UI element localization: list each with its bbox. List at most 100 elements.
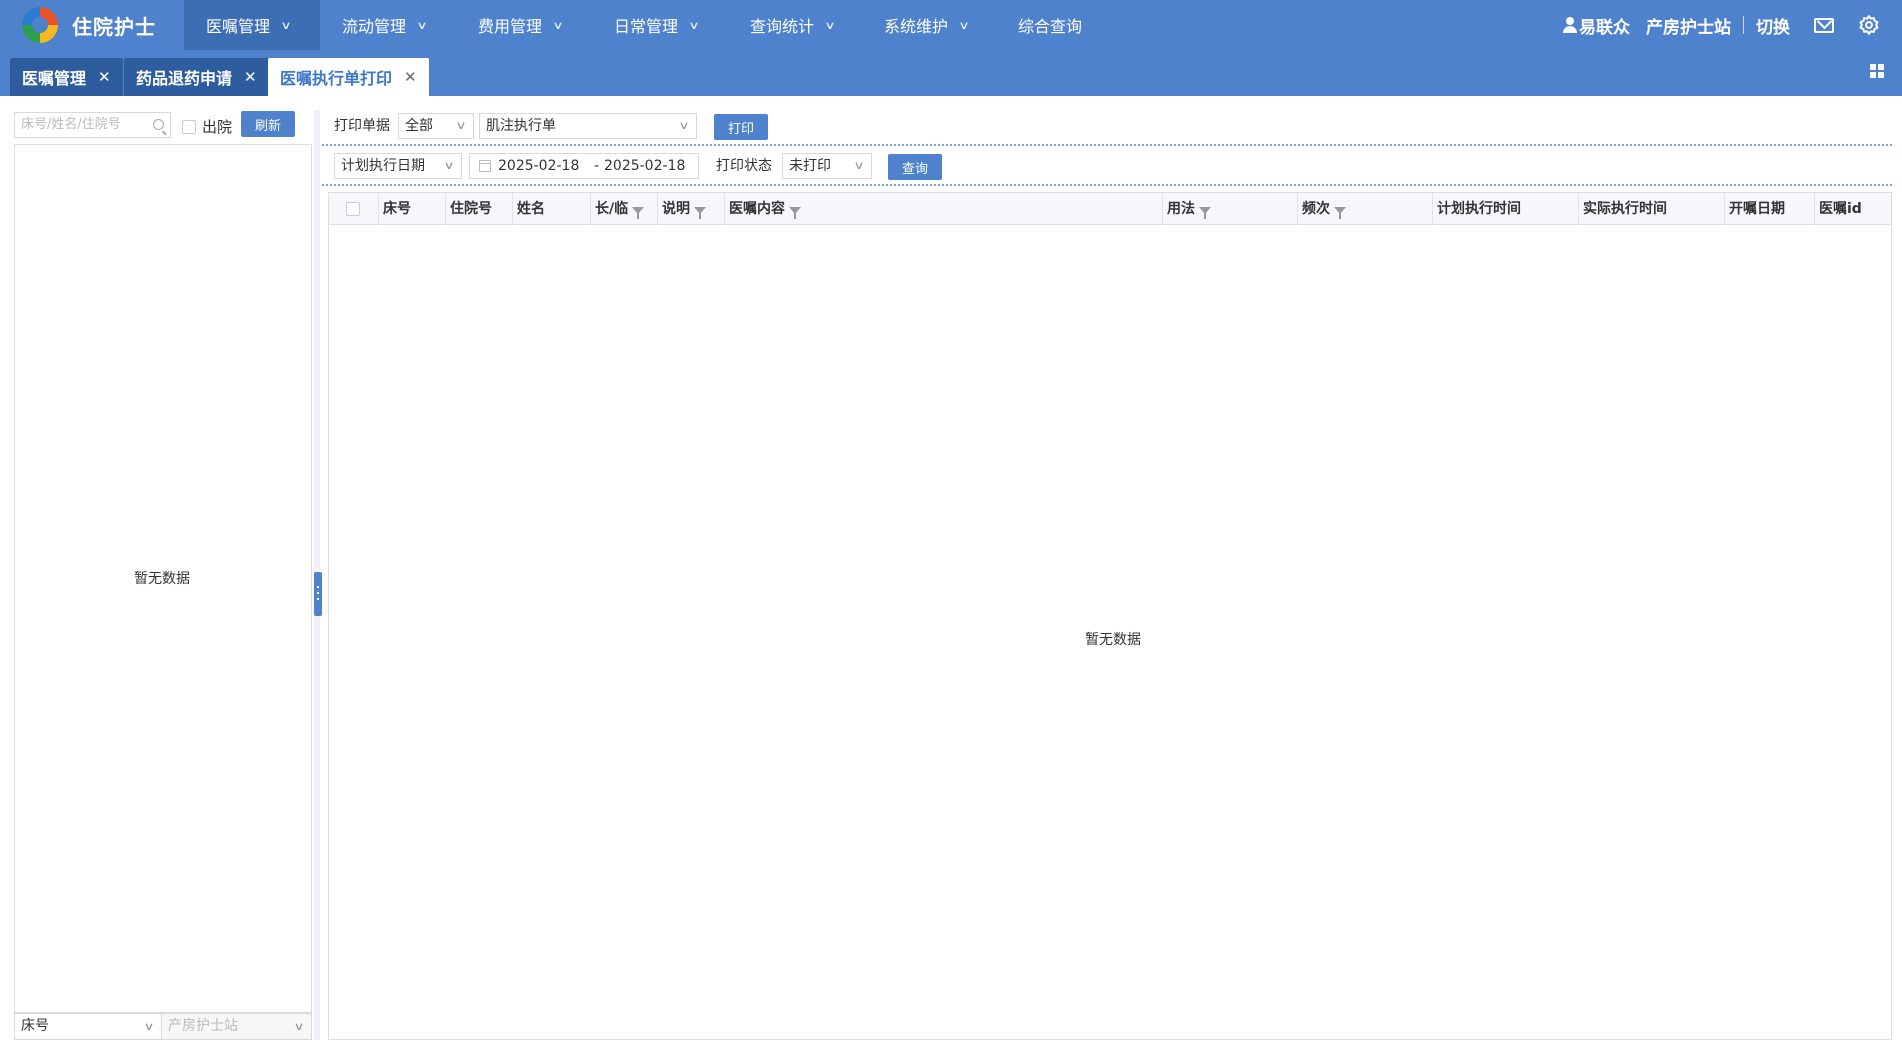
header-right: 易联众 产房护士站 切换 [1563, 0, 1902, 50]
column-header[interactable]: 医嘱内容 [725, 193, 1163, 225]
divider [1743, 16, 1744, 34]
sort-select[interactable]: 床号 ∨ [14, 1013, 162, 1040]
discharge-label: 出院 [202, 118, 233, 136]
station-select: 产房护士站 ∨ [162, 1013, 312, 1040]
scope-select[interactable]: 全部 ∨ [398, 113, 474, 139]
chevron-down-icon: ∨ [958, 18, 970, 32]
query-button[interactable]: 查询 [888, 154, 942, 180]
tab-label: 医嘱执行单打印 [280, 69, 393, 88]
refresh-button[interactable]: 刷新 [241, 111, 295, 137]
filter-icon[interactable] [1199, 207, 1211, 219]
nav-item-label: 系统维护 [884, 17, 949, 36]
column-label: 实际执行时间 [1583, 201, 1667, 217]
column-header[interactable]: 开嘱日期 [1725, 193, 1815, 225]
sort-select-value: 床号 [21, 1018, 49, 1034]
close-icon[interactable]: ✕ [244, 68, 257, 86]
tab-label: 药品退药申请 [136, 69, 233, 88]
print-button[interactable]: 打印 [714, 114, 768, 140]
column-label: 频次 [1302, 201, 1330, 217]
column-label: 说明 [662, 201, 690, 217]
app-title: 住院护士 [72, 14, 156, 39]
column-header[interactable]: 床号 [379, 193, 446, 225]
switch-station-link[interactable]: 切换 [1756, 13, 1790, 38]
column-header[interactable]: 医嘱id [1815, 193, 1891, 225]
search-icon[interactable] [153, 119, 164, 130]
tab-execution-sheet-print[interactable]: 医嘱执行单打印 ✕ [268, 58, 429, 96]
nav-item-label: 综合查询 [1018, 17, 1083, 36]
column-label: 姓名 [517, 201, 545, 217]
filter-icon[interactable] [789, 207, 801, 219]
search-placeholder: 床号/姓名/住院号 [21, 117, 121, 132]
nav-item-comprehensive-query[interactable]: 综合查询 [996, 0, 1104, 50]
column-label: 计划执行时间 [1437, 201, 1521, 217]
column-label: 住院号 [450, 201, 492, 217]
user-icon [1563, 17, 1577, 33]
date-start[interactable]: 2025-02-18 [498, 154, 579, 178]
nav-item-flow-management[interactable]: 流动管理 ∨ [320, 0, 456, 50]
date-end[interactable]: 2025-02-18 [604, 154, 685, 178]
station-select-value: 产房护士站 [168, 1018, 238, 1034]
logo-icon [22, 7, 58, 43]
main-menu: 医嘱管理 ∨ 流动管理 ∨ 费用管理 ∨ 日常管理 ∨ 查询统计 ∨ 系统维护 ∨ 综合查询 [184, 0, 1104, 50]
select-all-checkbox[interactable] [346, 202, 360, 216]
chevron-down-icon: ∨ [853, 159, 865, 172]
doc-type-select-value: 肌注执行单 [486, 118, 556, 134]
nav-item-label: 医嘱管理 [206, 17, 271, 36]
column-header[interactable]: 用法 [1163, 193, 1298, 225]
filter-icon[interactable] [632, 207, 645, 219]
close-icon[interactable]: ✕ [98, 68, 111, 86]
nav-item-label: 流动管理 [342, 17, 407, 36]
print-doc-label: 打印单据 [334, 118, 390, 134]
current-station[interactable]: 产房护士站 [1646, 13, 1731, 38]
doc-type-select[interactable]: 肌注执行单 ∨ [479, 113, 697, 139]
nav-item-fee-management[interactable]: 费用管理 ∨ [456, 0, 592, 50]
empty-text: 暂无数据 [134, 571, 190, 587]
nav-item-query-statistics[interactable]: 查询统计 ∨ [728, 0, 862, 50]
patient-search-input[interactable]: 床号/姓名/住院号 [14, 112, 171, 138]
gear-icon[interactable] [1858, 14, 1880, 36]
close-icon[interactable]: ✕ [404, 68, 417, 86]
column-label: 用法 [1167, 201, 1195, 217]
nav-item-order-management[interactable]: 医嘱管理 ∨ [184, 0, 320, 50]
app-logo: 住院护士 [0, 0, 184, 50]
column-header[interactable]: 计划执行时间 [1433, 193, 1579, 225]
top-navbar: 住院护士 医嘱管理 ∨ 流动管理 ∨ 费用管理 ∨ 日常管理 ∨ 查询统计 ∨ 系统维护 ∨… [0, 0, 1902, 50]
tab-label: 医嘱管理 [22, 69, 87, 88]
chevron-down-icon: ∨ [688, 18, 700, 32]
print-status-select-value: 未打印 [789, 158, 831, 174]
execution-table: 床号 住院号 姓名 长/临 说明 医嘱内容 用法 频次 计划执行时间 实际执行时… [328, 192, 1892, 1040]
filter-icon[interactable] [694, 207, 706, 219]
column-header[interactable]: 频次 [1298, 193, 1433, 225]
print-status-label: 打印状态 [716, 158, 772, 174]
nav-item-system-maintenance[interactable]: 系统维护 ∨ [862, 0, 996, 50]
chevron-down-icon: ∨ [678, 119, 690, 132]
mail-icon[interactable] [1814, 17, 1834, 33]
column-header[interactable]: 实际执行时间 [1579, 193, 1725, 225]
chevron-down-icon: ∨ [824, 18, 836, 32]
column-label: 医嘱内容 [729, 201, 785, 217]
nav-item-label: 费用管理 [478, 17, 543, 36]
chevron-down-icon: ∨ [416, 18, 428, 32]
chevron-down-icon: ∨ [293, 1020, 305, 1033]
chevron-down-icon: ∨ [455, 119, 467, 132]
tab-drug-return-request[interactable]: 药品退药申请 ✕ [124, 58, 269, 96]
discharge-checkbox[interactable]: 出院 [182, 116, 232, 137]
chevron-down-icon: ∨ [280, 18, 292, 32]
checkbox[interactable] [182, 119, 196, 134]
current-user[interactable]: 易联众 [1579, 13, 1630, 38]
tab-order-management[interactable]: 医嘱管理 ✕ [10, 58, 123, 96]
splitter-handle[interactable] [314, 572, 322, 616]
scope-select-value: 全部 [405, 118, 433, 134]
column-header[interactable]: 说明 [658, 193, 725, 225]
nav-item-daily-management[interactable]: 日常管理 ∨ [592, 0, 728, 50]
filter-icon[interactable] [1334, 207, 1346, 219]
date-type-select[interactable]: 计划执行日期 ∨ [334, 153, 462, 179]
print-status-select[interactable]: 未打印 ∨ [782, 153, 872, 179]
column-header[interactable]: 住院号 [446, 193, 513, 225]
grid-menu-icon[interactable] [1870, 64, 1884, 78]
date-range-picker[interactable]: 2025-02-18 - 2025-02-18 [469, 153, 699, 179]
column-header[interactable]: 姓名 [513, 193, 591, 225]
table-header: 床号 住院号 姓名 长/临 说明 医嘱内容 用法 频次 计划执行时间 实际执行时… [329, 193, 1891, 225]
date-separator: - [594, 158, 600, 174]
column-header[interactable]: 长/临 [591, 193, 658, 225]
